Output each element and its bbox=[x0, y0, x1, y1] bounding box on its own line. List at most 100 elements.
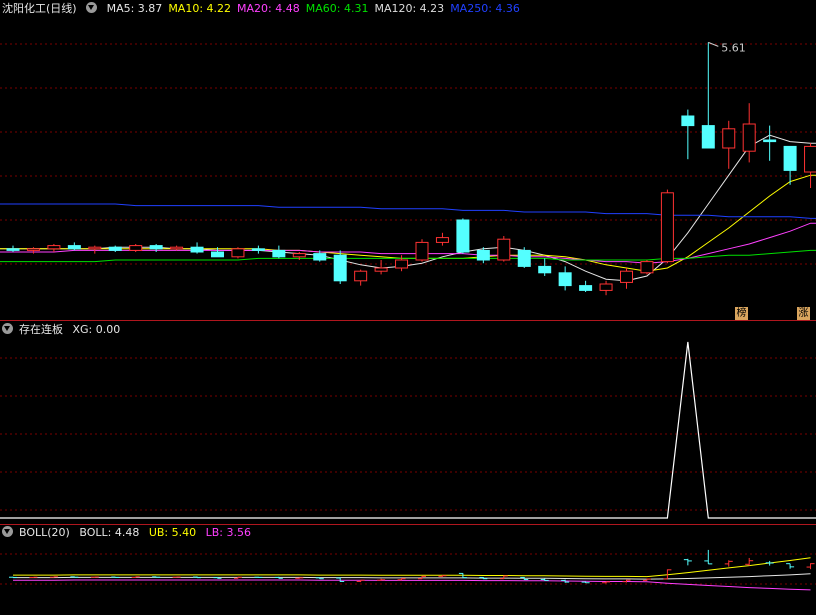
candle bbox=[620, 268, 633, 289]
candle-body bbox=[149, 245, 163, 250]
candle-body bbox=[272, 249, 286, 258]
candle-body bbox=[517, 249, 531, 267]
indicator-chart[interactable] bbox=[0, 320, 816, 524]
candle-body bbox=[435, 237, 449, 243]
candle bbox=[26, 247, 40, 254]
kline-chart[interactable]: 5.61 bbox=[0, 0, 816, 320]
boll-bar bbox=[704, 549, 713, 565]
candle bbox=[435, 232, 449, 246]
ma-legend-3: MA60: 4.31 bbox=[305, 2, 369, 15]
candle-body bbox=[558, 272, 572, 287]
ma250-line bbox=[0, 203, 816, 219]
candle bbox=[456, 218, 470, 254]
boll-panel[interactable]: BOLL(20) BOLL: 4.48 UB: 5.40 LB: 3.56 bbox=[0, 524, 816, 615]
candle-body bbox=[415, 241, 429, 261]
boll-bar bbox=[765, 560, 774, 566]
indicator-legend: 存在连板 XG: 0.00 bbox=[2, 323, 126, 337]
boll-bar bbox=[70, 576, 79, 578]
boll-lb: LB: 3.56 bbox=[205, 526, 251, 539]
indicator-title[interactable]: 存在连板 bbox=[19, 323, 63, 336]
boll-bar bbox=[806, 563, 815, 570]
stock-title[interactable]: 沈阳化工(日线) bbox=[2, 2, 77, 15]
candle bbox=[599, 280, 613, 296]
candle-body bbox=[579, 285, 593, 291]
high-label: 5.61 bbox=[721, 41, 746, 54]
candle-body bbox=[6, 248, 20, 251]
candle-body bbox=[599, 283, 613, 291]
candle bbox=[701, 42, 715, 149]
chevron-down-icon[interactable] bbox=[2, 323, 13, 334]
candle bbox=[742, 103, 756, 163]
candle bbox=[681, 109, 695, 160]
candle-body bbox=[783, 145, 797, 171]
candle-body bbox=[538, 265, 552, 274]
candle-body bbox=[170, 246, 184, 250]
chevron-down-icon[interactable] bbox=[86, 2, 98, 13]
candle bbox=[231, 247, 245, 259]
boll-ub: UB: 5.40 bbox=[148, 526, 197, 539]
ma-legend-5: MA250: 4.36 bbox=[450, 2, 520, 15]
boll-bar bbox=[745, 557, 754, 566]
candle-body bbox=[251, 248, 265, 251]
candle-body bbox=[67, 245, 81, 250]
boll-bar bbox=[336, 577, 345, 582]
candle bbox=[272, 245, 286, 259]
candle bbox=[6, 245, 20, 252]
badge-limit-up[interactable]: 涨 bbox=[797, 307, 810, 320]
candle-body bbox=[681, 115, 695, 127]
ma-legend-4: MA120: 4.23 bbox=[374, 2, 445, 15]
candle-body bbox=[497, 238, 511, 261]
candle bbox=[67, 242, 81, 251]
indicator-panel[interactable]: 存在连板 XG: 0.00 bbox=[0, 320, 816, 524]
candle-body bbox=[88, 246, 102, 250]
candle-body bbox=[722, 128, 736, 149]
boll-legend: BOLL(20) BOLL: 4.48 UB: 5.40 LB: 3.56 bbox=[2, 526, 257, 540]
candle-body bbox=[292, 253, 306, 258]
candle bbox=[190, 242, 204, 254]
ma-legend-1: MA10: 4.22 bbox=[168, 2, 232, 15]
candle-body bbox=[129, 245, 143, 251]
boll-bar bbox=[683, 558, 692, 566]
boll-title[interactable]: BOLL(20) bbox=[19, 526, 70, 539]
candle bbox=[660, 189, 674, 264]
candle-body bbox=[211, 251, 224, 258]
chevron-down-icon[interactable] bbox=[2, 526, 13, 537]
boll-mid: BOLL: 4.48 bbox=[79, 526, 140, 539]
candle-body bbox=[395, 259, 409, 269]
candle-body bbox=[313, 253, 327, 261]
candle bbox=[763, 125, 777, 161]
boll-bar bbox=[254, 576, 263, 578]
ma-legend-0: MA5: 3.87 bbox=[106, 2, 163, 15]
candle-body bbox=[456, 219, 470, 253]
boll-bar bbox=[9, 576, 17, 578]
candle bbox=[804, 143, 816, 188]
candle-body bbox=[190, 246, 204, 253]
candle bbox=[251, 245, 265, 254]
candle bbox=[722, 120, 736, 169]
candle bbox=[517, 247, 531, 268]
candle bbox=[640, 260, 654, 275]
ma-legend-items: MA5: 3.87 MA10: 4.22 MA20: 4.48 MA60: 4.31 M… bbox=[107, 2, 526, 15]
candle-body bbox=[476, 249, 490, 261]
candle bbox=[333, 250, 347, 284]
main-legend: 沈阳化工(日线) MA5: 3.87 MA10: 4.22 MA20: 4.48 MA… bbox=[2, 2, 532, 16]
candle-body bbox=[26, 248, 40, 251]
candle-body bbox=[640, 261, 654, 274]
candle-body bbox=[742, 123, 756, 152]
badge-list[interactable]: 榜 bbox=[735, 307, 748, 320]
candle-body bbox=[763, 139, 777, 143]
candle bbox=[783, 145, 797, 185]
candle-body bbox=[701, 125, 715, 149]
candle bbox=[579, 280, 593, 292]
candle bbox=[354, 269, 368, 286]
candle-body bbox=[354, 270, 368, 282]
candle bbox=[415, 239, 429, 262]
xg-line bbox=[0, 341, 816, 519]
candle bbox=[538, 258, 552, 276]
kline-panel[interactable]: 5.61 沈阳化工(日线) MA5: 3.87 MA10: 4.22 MA20: 4… bbox=[0, 0, 816, 320]
ma20-line bbox=[0, 222, 816, 264]
candle-body bbox=[108, 246, 122, 251]
candle-body bbox=[374, 267, 388, 272]
boll-bar bbox=[172, 576, 181, 578]
indicator-value: XG: 0.00 bbox=[72, 323, 121, 336]
